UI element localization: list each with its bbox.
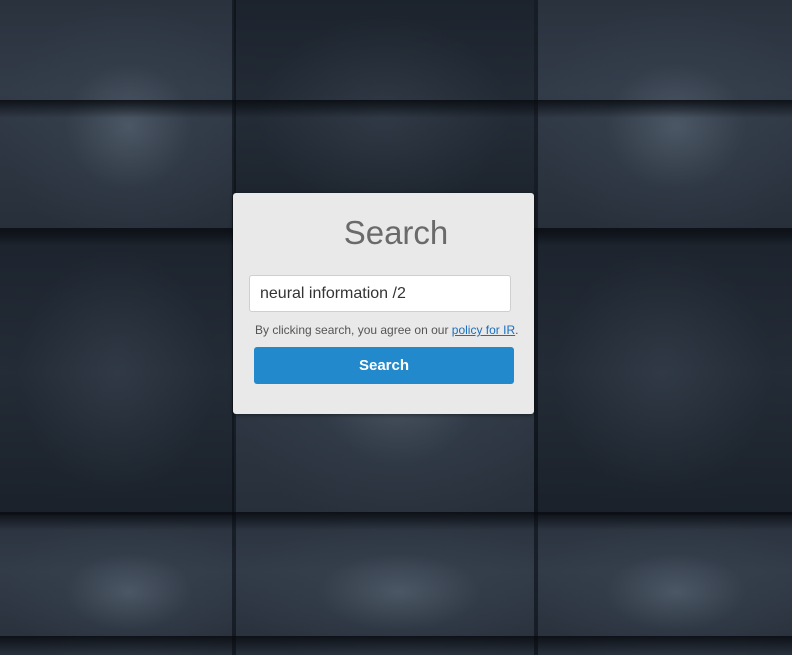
background-tile [234, 515, 534, 655]
background-tile [0, 230, 234, 515]
agreement-suffix: . [515, 323, 519, 337]
card-title: Search [343, 214, 449, 251]
background-tile [534, 515, 792, 655]
background-tile [0, 515, 234, 655]
search-button[interactable]: Search [254, 347, 514, 384]
search-input[interactable] [249, 275, 511, 312]
background-seam [0, 512, 792, 530]
background-tile [534, 230, 792, 515]
agreement-prefix: By clicking search, you agree on our [255, 323, 452, 337]
agreement-text: By clicking search, you agree on our pol… [255, 322, 525, 338]
background-seam [534, 0, 538, 655]
background-seam [0, 100, 792, 118]
background-seam [0, 636, 792, 654]
policy-link[interactable]: policy for IR [452, 323, 515, 337]
